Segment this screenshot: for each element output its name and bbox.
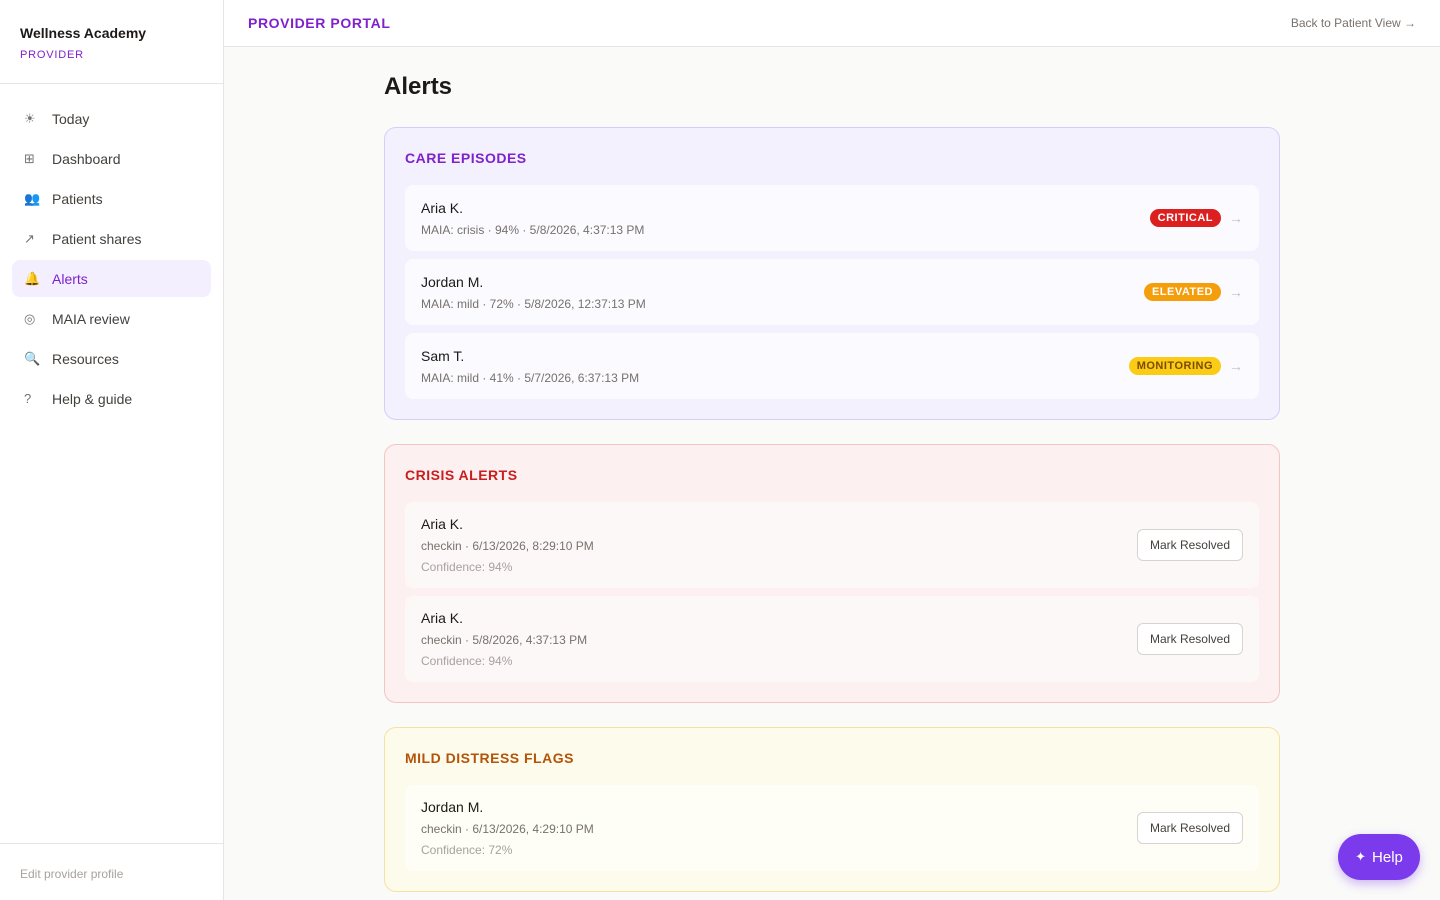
magnifier-icon: 🔍 <box>24 350 41 366</box>
arrow-right-icon[interactable]: → <box>1229 210 1243 226</box>
portal-title: PROVIDER PORTAL <box>248 15 391 31</box>
episode-detail: MAIA: mild · 72% · 5/8/2026, 12:37:13 PM <box>421 296 646 311</box>
sidebar-item-maia-review[interactable]: ◎ MAIA review <box>12 300 211 337</box>
question-icon: ? <box>24 391 32 406</box>
sidebar-item-today[interactable]: ☀ Today <box>12 100 211 137</box>
patient-name: Jordan M. <box>421 273 484 290</box>
mark-resolved-button[interactable]: Mark Resolved <box>1136 529 1243 561</box>
care-episode-row[interactable]: Sam T. MAIA: mild · 41% · 5/7/2026, 6:37… <box>405 333 1259 399</box>
row-info: Aria K. checkin · 6/13/2026, 8:29:10 PM … <box>421 516 594 574</box>
care-episode-row[interactable]: Aria K. MAIA: crisis · 94% · 5/8/2026, 4… <box>405 185 1259 251</box>
episode-detail: MAIA: crisis · 94% · 5/8/2026, 4:37:13 P… <box>421 222 645 237</box>
mark-resolved-button[interactable]: Mark Resolved <box>1136 623 1243 655</box>
crisis-alerts-section: CRISIS ALERTS Aria K. checkin · 6/13/202… <box>384 444 1280 703</box>
grid-icon: ⊞ <box>24 150 35 166</box>
row-info: Jordan M. MAIA: mild · 72% · 5/8/2026, 1… <box>421 274 646 311</box>
episode-detail: MAIA: mild · 41% · 5/7/2026, 6:37:13 PM <box>421 370 640 385</box>
help-button[interactable]: ✦ Help <box>1338 834 1420 880</box>
row-info: Aria K. MAIA: crisis · 94% · 5/8/2026, 4… <box>421 200 644 237</box>
main-content: Alerts CARE EPISODES Aria K. MAIA: crisi… <box>384 47 1280 900</box>
row-status: ELEVATED → <box>1143 283 1243 301</box>
sidebar-item-label: Today <box>52 110 90 127</box>
status-badge: MONITORING <box>1128 357 1221 375</box>
confidence-text: Confidence: 72% <box>421 843 513 857</box>
sun-icon: ☀ <box>24 110 36 126</box>
care-episode-row[interactable]: Jordan M. MAIA: mild · 72% · 5/8/2026, 1… <box>405 259 1259 325</box>
edit-provider-profile-link[interactable]: Edit provider profile <box>0 843 223 900</box>
users-icon: 👥 <box>24 190 41 206</box>
brand-name: Wellness Academy <box>20 25 147 41</box>
sidebar-item-alerts[interactable]: 🔔 Alerts <box>12 260 211 297</box>
patient-name: Aria K. <box>421 516 464 532</box>
care-episodes-section: CARE EPISODES Aria K. MAIA: crisis · 94%… <box>384 127 1280 420</box>
bell-icon: 🔔 <box>24 270 41 286</box>
mild-distress-flags-section: MILD DISTRESS FLAGS Jordan M. checkin · … <box>384 727 1280 892</box>
brand: Wellness Academy PROVIDER <box>0 0 223 84</box>
row-info: Aria K. checkin · 5/8/2026, 4:37:13 PM C… <box>421 610 587 668</box>
alert-detail: checkin · 6/13/2026, 8:29:10 PM <box>421 539 594 553</box>
sidebar-item-label: Resources <box>52 350 119 367</box>
confidence-text: Confidence: 94% <box>421 654 513 668</box>
target-icon: ◎ <box>24 310 36 326</box>
mark-resolved-button[interactable]: Mark Resolved <box>1136 812 1243 844</box>
arrow-right-icon[interactable]: → <box>1229 358 1243 374</box>
sidebar-item-label: Dashboard <box>52 150 121 167</box>
flag-detail: checkin · 6/13/2026, 4:29:10 PM <box>421 822 594 836</box>
brand-role: PROVIDER <box>20 49 84 61</box>
alert-detail: checkin · 5/8/2026, 4:37:13 PM <box>421 633 588 647</box>
sidebar-item-label: MAIA review <box>52 310 130 327</box>
share-arrow-icon: ↗ <box>24 230 35 246</box>
section-title: CARE EPISODES <box>405 150 527 166</box>
section-title: MILD DISTRESS FLAGS <box>405 750 574 766</box>
sidebar-item-resources[interactable]: 🔍 Resources <box>12 340 211 377</box>
confidence-text: Confidence: 94% <box>421 560 513 574</box>
sidebar-item-label: Alerts <box>52 270 88 287</box>
page-title: Alerts <box>384 73 453 100</box>
row-info: Jordan M. checkin · 6/13/2026, 4:29:10 P… <box>421 799 594 857</box>
sidebar-item-patients[interactable]: 👥 Patients <box>12 180 211 217</box>
status-badge: CRITICAL <box>1149 209 1221 227</box>
patient-name: Sam T. <box>421 347 465 364</box>
row-status: CRITICAL → <box>1149 209 1243 227</box>
sidebar-item-patient-shares[interactable]: ↗ Patient shares <box>12 220 211 257</box>
sparkle-icon: ✦ <box>1355 849 1367 864</box>
sidebar: Wellness Academy PROVIDER ☀ Today ⊞ Dash… <box>0 0 224 900</box>
sidebar-item-help-guide[interactable]: ? Help & guide <box>12 380 211 417</box>
sidebar-item-dashboard[interactable]: ⊞ Dashboard <box>12 140 211 177</box>
crisis-alert-row: Aria K. checkin · 6/13/2026, 8:29:10 PM … <box>405 502 1259 588</box>
sidebar-nav: ☀ Today ⊞ Dashboard 👥 Patients ↗ Patient… <box>0 84 223 436</box>
section-title: CRISIS ALERTS <box>405 467 518 483</box>
patient-name: Aria K. <box>421 199 464 216</box>
status-badge: ELEVATED <box>1143 283 1221 301</box>
patient-name: Jordan M. <box>421 799 484 815</box>
row-status: MONITORING → <box>1128 357 1243 375</box>
distress-flag-row: Jordan M. checkin · 6/13/2026, 4:29:10 P… <box>405 785 1259 871</box>
sidebar-item-label: Patient shares <box>52 230 142 247</box>
back-to-patient-view-link[interactable]: Back to Patient View → <box>1291 16 1416 30</box>
sidebar-item-label: Patients <box>52 190 103 207</box>
sidebar-item-label: Help & guide <box>52 390 133 407</box>
topbar: PROVIDER PORTAL Back to Patient View → <box>224 0 1440 47</box>
row-info: Sam T. MAIA: mild · 41% · 5/7/2026, 6:37… <box>421 348 639 385</box>
arrow-right-icon[interactable]: → <box>1229 284 1243 300</box>
help-button-label: Help <box>1372 848 1403 866</box>
crisis-alert-row: Aria K. checkin · 5/8/2026, 4:37:13 PM C… <box>405 596 1259 682</box>
patient-name: Aria K. <box>421 610 464 626</box>
